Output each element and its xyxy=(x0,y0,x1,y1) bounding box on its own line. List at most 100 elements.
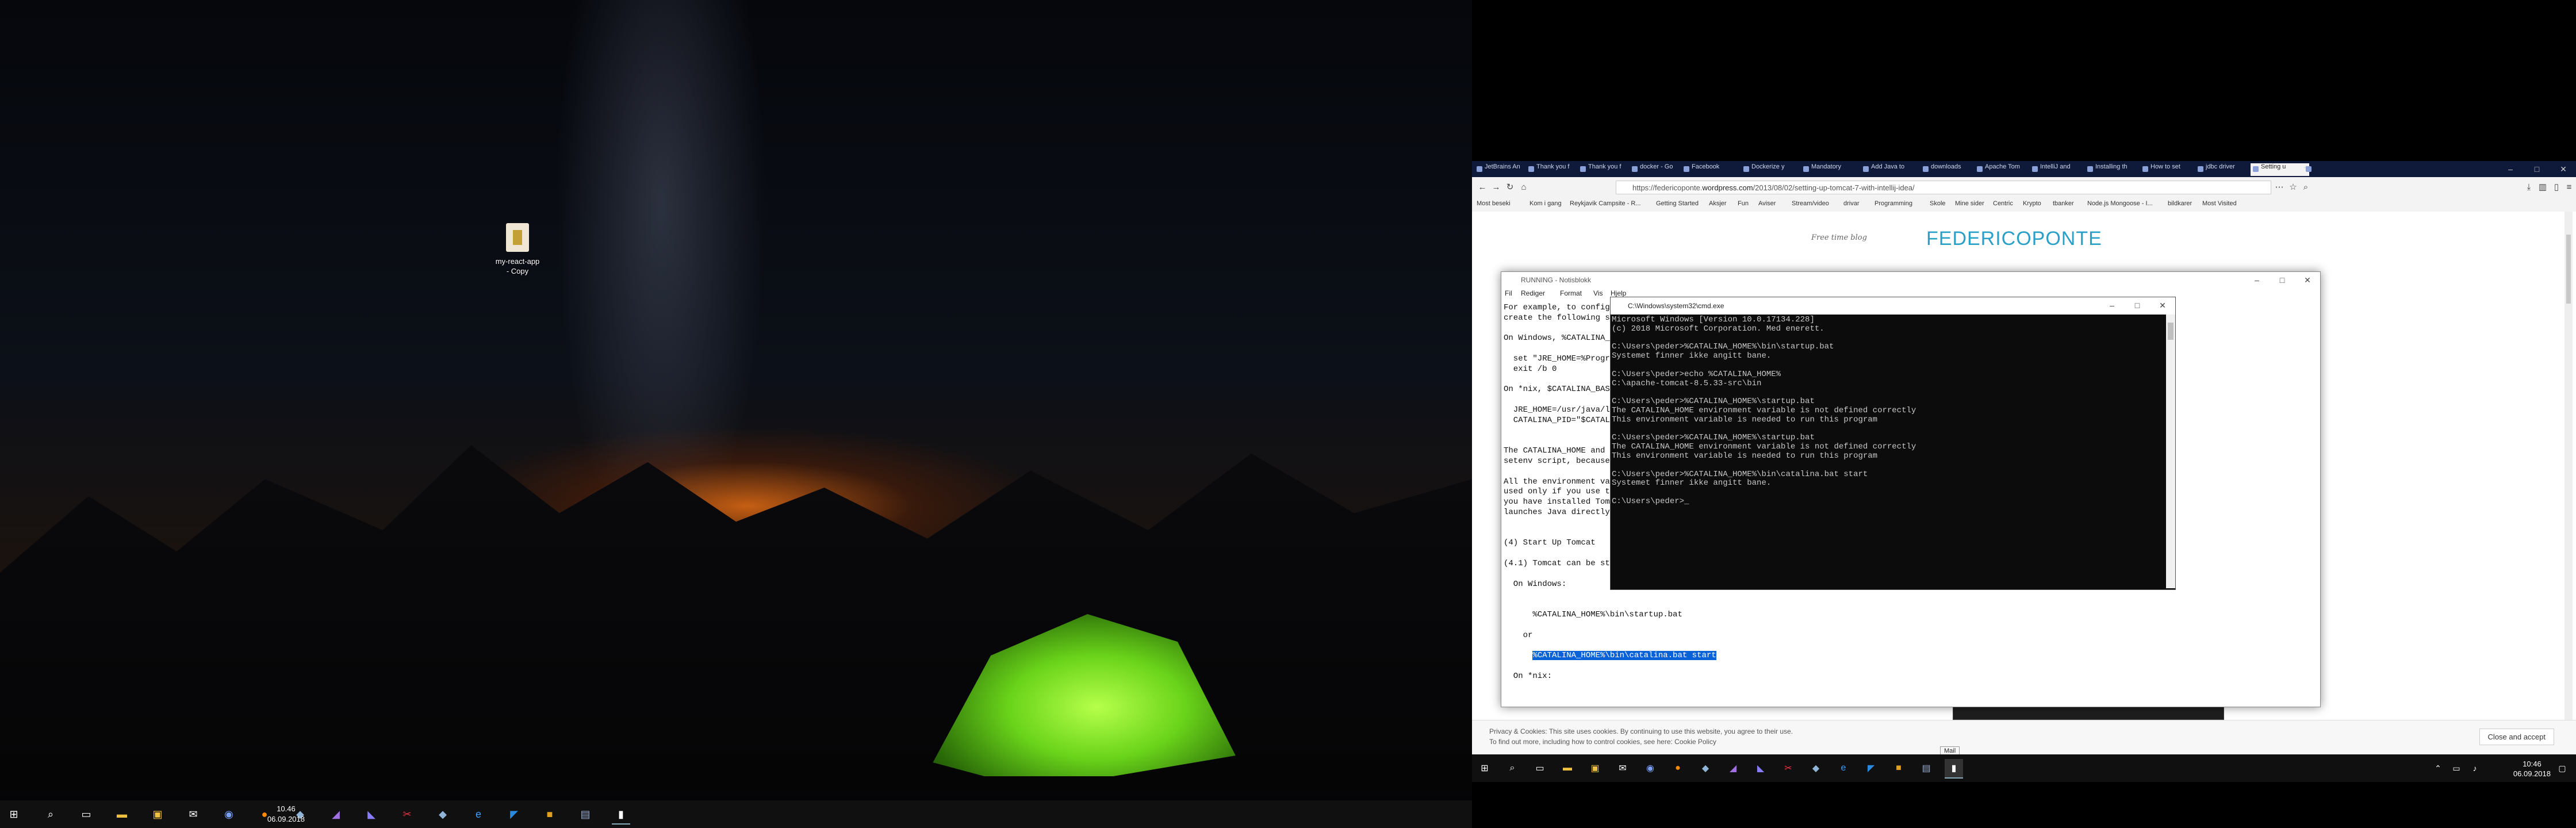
clock-right[interactable]: 10:46 06.09.2018 xyxy=(2513,759,2551,779)
bookmark[interactable]: Kom i gang xyxy=(1529,200,1562,207)
task-view-icon[interactable]: ▭ xyxy=(1531,759,1549,777)
site-name[interactable]: FEDERICOPONTE xyxy=(1926,228,2102,250)
menu-format[interactable]: Format xyxy=(1560,289,1582,297)
bookmark[interactable]: Reykjavik Campsite - R... xyxy=(1570,200,1640,207)
intellij-icon[interactable]: ■ xyxy=(540,805,559,823)
windows-start-icon[interactable]: ⊞ xyxy=(5,805,23,823)
bookmark[interactable]: bildkarer xyxy=(2168,200,2192,207)
menu-file[interactable]: Fil xyxy=(1505,289,1512,297)
tab[interactable]: Dockerize y xyxy=(1741,163,1809,176)
cmd-icon[interactable]: ▮ xyxy=(612,805,630,825)
new-tab-button[interactable]: + xyxy=(2303,163,2314,176)
close-icon[interactable]: ✕ xyxy=(2150,297,2175,313)
back-icon[interactable]: ← xyxy=(1477,182,1488,193)
cmd-output[interactable]: Microsoft Windows [Version 10.0.17134.22… xyxy=(1612,316,2164,587)
browser-icon[interactable]: ◉ xyxy=(220,805,238,823)
sidebar-icon[interactable]: ▯ xyxy=(2551,182,2562,193)
bookmark[interactable]: Krypto xyxy=(2023,200,2041,207)
notifications-icon[interactable]: ▢ xyxy=(2553,759,2571,777)
tab-active[interactable]: Setting u xyxy=(2251,163,2309,176)
vscode-icon[interactable]: ◤ xyxy=(1862,759,1880,777)
mail-icon[interactable]: ✉ xyxy=(1613,759,1632,777)
network-icon[interactable]: ▭ xyxy=(2447,759,2466,777)
vscode-icon[interactable]: ◤ xyxy=(505,805,523,823)
search-icon[interactable]: ⌕ xyxy=(41,805,60,823)
home-icon[interactable]: ⌂ xyxy=(1518,182,1529,193)
tab[interactable]: Thank you f xyxy=(1578,163,1638,176)
menu-icon[interactable]: ≡ xyxy=(2563,182,2575,193)
edge-icon[interactable]: e xyxy=(1834,759,1853,777)
clock-left[interactable]: 10.46 06.09.2018 xyxy=(267,804,305,825)
intellij-icon[interactable]: ■ xyxy=(1889,759,1908,777)
bookmark[interactable]: Getting Started xyxy=(1656,200,1699,207)
file-explorer-icon[interactable]: ▬ xyxy=(113,805,131,823)
tab[interactable]: IntelliJ and xyxy=(2030,163,2093,176)
scroll-thumb[interactable] xyxy=(2168,323,2174,340)
close-icon[interactable]: ✕ xyxy=(2551,161,2576,177)
maximize-icon[interactable]: □ xyxy=(2270,272,2295,288)
tab[interactable]: JetBrains An xyxy=(1474,163,1534,176)
bookmark[interactable]: Most Visited xyxy=(2202,200,2237,207)
steam-icon-2[interactable]: ◆ xyxy=(1807,759,1825,777)
bookmark[interactable]: Fun xyxy=(1738,200,1749,207)
tab[interactable]: Apache Tom xyxy=(1975,163,2038,176)
tab[interactable]: Installing th xyxy=(2085,163,2148,176)
steam-icon-2[interactable]: ◆ xyxy=(434,805,452,823)
close-icon[interactable]: ✕ xyxy=(2295,272,2320,288)
snipping-tool-icon[interactable]: ✂ xyxy=(1779,759,1797,777)
store-icon[interactable]: ▣ xyxy=(1586,759,1604,777)
close-and-accept-button[interactable]: Close and accept xyxy=(2479,729,2554,745)
tab[interactable]: jdbc driver xyxy=(2195,163,2259,176)
bookmark[interactable]: tbanker xyxy=(2053,200,2074,207)
downloads-icon[interactable]: ⤓ xyxy=(2523,182,2535,193)
scroll-thumb[interactable] xyxy=(2566,235,2571,304)
search-icon[interactable]: ⌕ xyxy=(1503,759,1521,777)
vs-code-alt-icon[interactable]: ◣ xyxy=(1751,759,1770,777)
menu-edit[interactable]: Rediger xyxy=(1521,289,1545,297)
volume-icon[interactable]: ♪ xyxy=(2466,759,2484,777)
search-icon[interactable]: ⌕ xyxy=(2300,182,2312,193)
snipping-tool-icon[interactable]: ✂ xyxy=(398,805,416,823)
tab[interactable]: docker - Go xyxy=(1630,163,1689,176)
tab[interactable]: Facebook xyxy=(1681,163,1749,176)
bookmark[interactable]: Mine sider xyxy=(1955,200,1984,207)
minimize-icon[interactable]: – xyxy=(2244,272,2270,288)
minimize-icon[interactable]: – xyxy=(2099,297,2125,313)
page-actions-icon[interactable]: ⋯ xyxy=(2274,182,2285,193)
bookmark[interactable]: Most beseki xyxy=(1477,200,1511,207)
bookmark[interactable]: Aviser xyxy=(1758,200,1776,207)
bookmark[interactable]: Skole xyxy=(1930,200,1946,207)
minimize-icon[interactable]: – xyxy=(2498,161,2523,177)
tray-chevron-icon[interactable]: ⌃ xyxy=(2429,759,2447,777)
bookmark[interactable]: Programming xyxy=(1874,200,1912,207)
tab[interactable]: Add Java to xyxy=(1861,163,1929,176)
bookmark[interactable]: Stream/video xyxy=(1792,200,1829,207)
steam-icon[interactable]: ◆ xyxy=(1696,759,1715,777)
bookmark[interactable]: Node.js Mongoose - I... xyxy=(2087,200,2153,207)
tab[interactable]: downloads xyxy=(1920,163,1983,176)
notepad-icon[interactable]: ▤ xyxy=(576,805,595,823)
bookmark[interactable]: drivar xyxy=(1843,200,1860,207)
desktop-icon-my-react-app-copy[interactable]: my-react-app - Copy xyxy=(483,223,552,276)
tab[interactable]: How to set xyxy=(2140,163,2203,176)
task-view-icon[interactable]: ▭ xyxy=(77,805,95,823)
store-icon[interactable]: ▣ xyxy=(148,805,167,823)
visual-studio-icon[interactable]: ◢ xyxy=(327,805,345,823)
bookmark[interactable]: Centric xyxy=(1993,200,2013,207)
visual-studio-icon[interactable]: ◢ xyxy=(1724,759,1742,777)
vs-code-alt-icon[interactable]: ◣ xyxy=(362,805,381,823)
forward-icon[interactable]: → xyxy=(1490,182,1502,193)
url-bar[interactable]: https://federicoponte.wordpress.com/2013… xyxy=(1616,181,2271,194)
cmd-scrollbar[interactable] xyxy=(2166,315,2175,588)
tab[interactable]: Mandatory xyxy=(1801,163,1869,176)
notepad-icon[interactable]: ▤ xyxy=(1917,759,1935,777)
menu-help[interactable]: Hjelp xyxy=(1611,289,1626,297)
mail-icon[interactable]: ✉ xyxy=(184,805,202,823)
menu-view[interactable]: Vis xyxy=(1593,289,1603,297)
page-scrollbar[interactable] xyxy=(2564,212,2573,764)
tab[interactable]: Thank you f xyxy=(1526,163,1586,176)
firefox-icon[interactable]: ● xyxy=(1669,759,1687,777)
edge-icon[interactable]: e xyxy=(469,805,488,823)
windows-start-icon[interactable]: ⊞ xyxy=(1475,759,1494,777)
library-icon[interactable]: ▥ xyxy=(2537,182,2548,193)
